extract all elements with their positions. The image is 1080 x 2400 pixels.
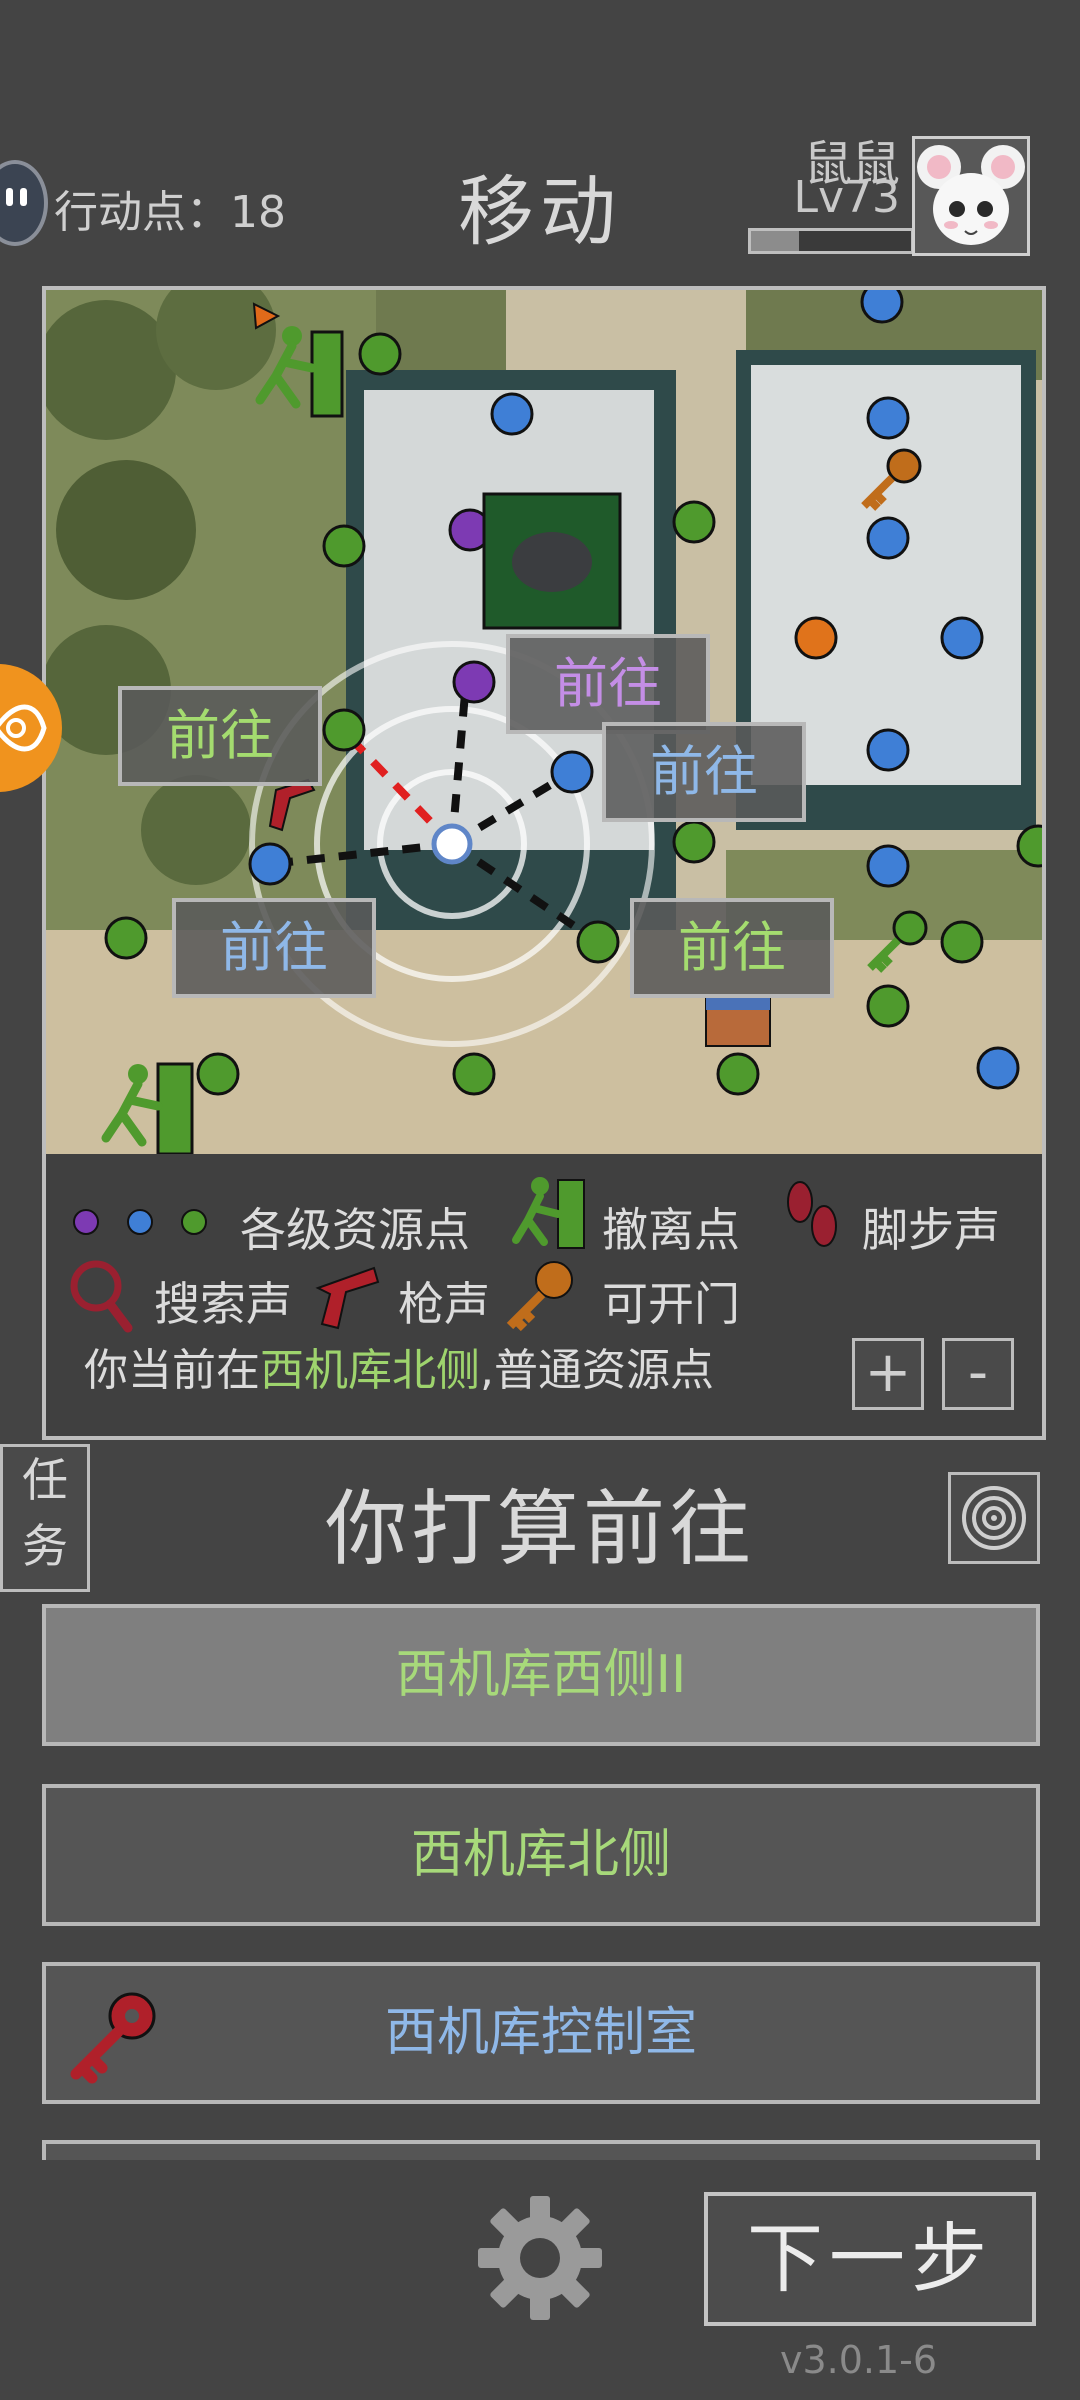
destination-label: 西机库控制室	[384, 2003, 697, 2063]
crate-lid	[706, 996, 770, 1010]
destination-button-west-hangar-north[interactable]: 西机库北侧	[42, 1784, 1040, 1926]
go-button-west[interactable]: 前往	[118, 686, 322, 786]
go-button-southwest[interactable]: 前往	[172, 898, 376, 998]
location-name: 西机库北侧	[260, 1345, 480, 1396]
legend-footsteps-label: 脚步声	[862, 1203, 1000, 1257]
legend-gunshot-label: 枪声	[398, 1277, 490, 1331]
xp-progress-fill	[751, 231, 799, 251]
version-label: v3.0.1-6	[780, 2338, 938, 2382]
target-icon	[962, 1486, 1026, 1550]
legend-extraction-label: 撤离点	[602, 1203, 740, 1257]
location-prefix: 你当前在	[84, 1345, 260, 1396]
legend-resource-label: 各级资源点	[240, 1203, 470, 1257]
location-suffix: ,普通资源点	[480, 1345, 714, 1396]
mouse-avatar-icon	[915, 139, 1027, 253]
tree-cluster	[56, 460, 196, 600]
extraction-legend-icon	[512, 1177, 585, 1249]
destination-prompt: 你打算前往	[324, 1482, 755, 1577]
go-button-north[interactable]: 前往	[506, 634, 710, 734]
signal-icon	[0, 704, 47, 752]
resource-level-dots-icon	[73, 1209, 207, 1235]
next-step-button[interactable]: 下一步	[704, 2192, 1036, 2326]
map-panel: 前往 前往 前往 前往 前往 各级资源点 撤离点 脚步声 搜索声 枪声 可开门 …	[36, 270, 1060, 1440]
tree-cluster	[141, 775, 251, 885]
zoom-out-button[interactable]: -	[942, 1338, 1014, 1410]
player-level: Lv73	[793, 172, 900, 223]
legend-search-label: 搜索声	[154, 1277, 292, 1331]
zoom-in-button[interactable]: +	[852, 1338, 924, 1410]
map-view[interactable]: 前往 前往 前往 前往 前往	[36, 270, 1060, 1156]
destination-label: 西机库北侧	[410, 1825, 671, 1885]
current-location-text: 你当前在西机库北侧,普通资源点	[84, 1334, 714, 1398]
avatar[interactable]	[912, 136, 1030, 256]
gunshot-legend-icon	[315, 1266, 380, 1330]
gear-icon	[478, 2196, 602, 2320]
go-button-northeast[interactable]: 前往	[602, 722, 806, 822]
search-sound-icon	[70, 1260, 133, 1333]
settings-button[interactable]	[474, 2192, 606, 2324]
go-button-southeast[interactable]: 前往	[630, 898, 834, 998]
key-icon	[70, 1992, 156, 2084]
key-legend-icon	[506, 1261, 573, 1332]
destination-button-west-hangar-control-room[interactable]: 西机库控制室	[42, 1962, 1040, 2104]
legend-door-label: 可开门	[602, 1277, 740, 1331]
destination-button-west-hangar-west-ii[interactable]: 西机库西侧II	[42, 1604, 1040, 1746]
target-button[interactable]	[948, 1472, 1040, 1564]
destination-button-partial[interactable]	[42, 2140, 1040, 2160]
footsteps-icon	[787, 1181, 837, 1247]
current-position-marker	[431, 823, 473, 865]
side-panel-tab[interactable]	[0, 664, 62, 792]
xp-progress-bar	[748, 228, 914, 254]
destination-label: 西机库西侧II	[395, 1645, 687, 1705]
map-legend: 各级资源点 撤离点 脚步声 搜索声 枪声 可开门 你当前在西机库北侧,普通资源点…	[46, 1154, 1042, 1436]
scope-icon	[512, 532, 592, 592]
